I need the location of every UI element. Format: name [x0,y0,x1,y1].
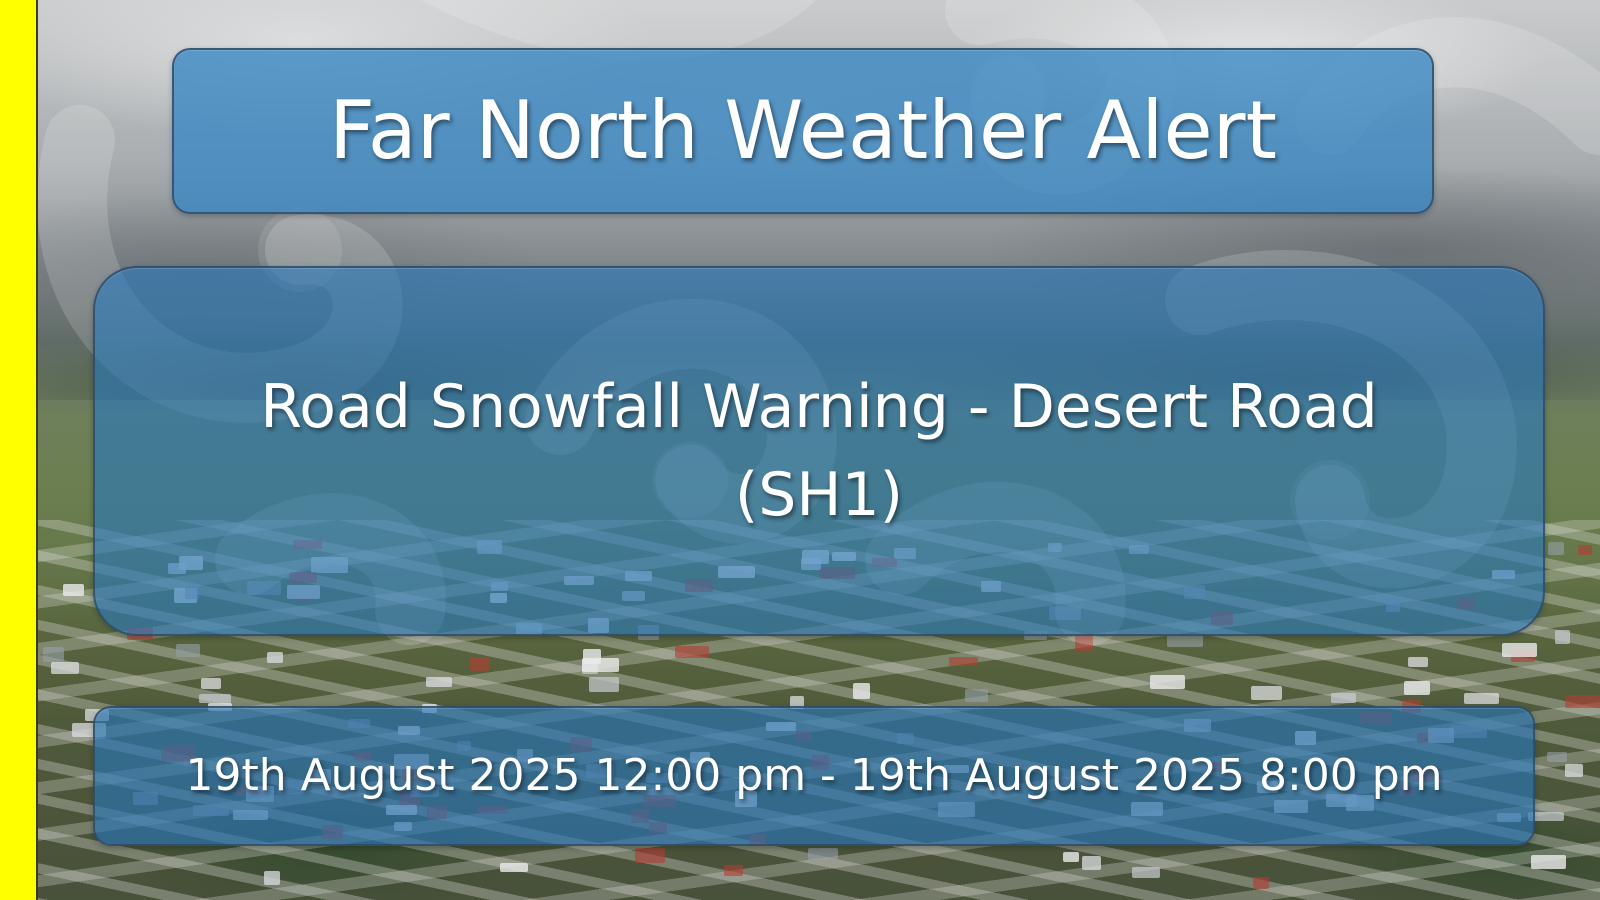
rooftop [1463,692,1499,705]
rooftop [1554,629,1571,645]
rooftop [201,677,221,689]
rooftop [1407,657,1428,668]
alert-header-title: Far North Weather Alert [329,84,1277,177]
rooftop [1331,693,1356,704]
rooftop [266,651,284,663]
rooftop [1531,855,1566,870]
rooftop [469,657,490,672]
rooftop [964,689,988,702]
rooftop [1252,877,1270,889]
rooftop [1250,685,1282,700]
warning-title: Road Snowfall Warning - Desert Road (SH1… [260,372,1378,530]
rooftop [264,870,281,886]
rooftop [1547,541,1564,555]
rooftop [1150,674,1186,689]
alert-header-panel: Far North Weather Alert [172,48,1434,214]
rooftop [1565,695,1600,708]
rooftop [1565,764,1584,778]
rooftop [42,647,65,662]
rooftop [1546,751,1567,762]
warning-panel: Road Snowfall Warning - Desert Road (SH1… [93,266,1545,636]
rooftop [853,683,871,699]
rooftop [589,677,619,693]
rooftop [808,848,839,860]
rooftop [1062,852,1079,863]
rooftop [675,646,709,658]
time-range-panel: 19th August 2025 12:00 pm - 19th August … [93,706,1535,846]
rooftop [62,584,85,597]
rooftop [1131,866,1161,878]
rooftop [175,643,201,658]
rooftop [1577,544,1593,555]
rooftop [50,662,79,674]
rooftop [949,657,979,667]
rooftop [1501,643,1538,657]
yellow-edge-bar [0,0,38,900]
rooftop [425,676,453,688]
weather-alert-slide: Far North Weather Alert Road Snowfall Wa… [0,0,1600,900]
rooftop [500,862,529,872]
rooftop [1082,855,1101,870]
rooftop [198,694,232,703]
time-range-text: 19th August 2025 12:00 pm - 19th August … [185,750,1443,801]
rooftop [1074,635,1093,652]
rooftop [724,864,743,877]
rooftop [1404,681,1431,695]
rooftop [634,848,666,863]
rooftop [581,657,620,673]
